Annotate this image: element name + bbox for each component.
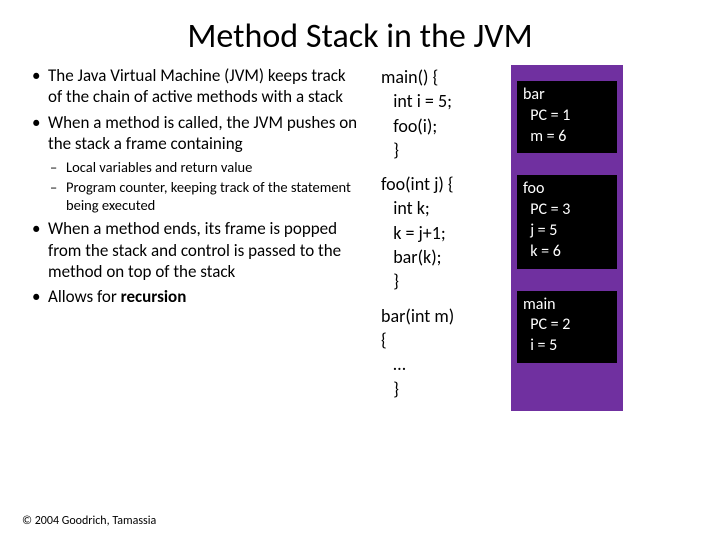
- frame-foo: foo PC = 3 j = 5 k = 6: [517, 175, 617, 268]
- content-area: The Java Virtual Machine (JVM) keeps tra…: [0, 65, 720, 411]
- bullet-1: The Java Virtual Machine (JVM) keeps tra…: [28, 65, 363, 108]
- diagram-column: main() { int i = 5; foo(i); } foo(int j)…: [363, 65, 700, 411]
- bullet-3: When a method ends, its frame is popped …: [28, 218, 363, 282]
- subbullet-1: Local variables and return value: [48, 158, 363, 176]
- frame-bar: bar PC = 1 m = 6: [517, 81, 617, 153]
- code-bar: bar(int m) { … }: [381, 304, 501, 401]
- code-main: main() { int i = 5; foo(i); }: [381, 65, 501, 162]
- bullet-2-text: When a method is called, the JVM pushes …: [48, 112, 357, 154]
- slide-title: Method Stack in the JVM: [0, 0, 720, 65]
- code-foo: foo(int j) { int k; k = j+1; bar(k); }: [381, 172, 501, 293]
- subbullet-2: Program counter, keeping track of the st…: [48, 178, 363, 214]
- bullet-column: The Java Virtual Machine (JVM) keeps tra…: [28, 65, 363, 411]
- bullet-4: Allows for recursion: [28, 286, 363, 307]
- copyright: © 2004 Goodrich, Tamassia: [22, 514, 156, 528]
- bullet-4-prefix: Allows for: [48, 286, 121, 307]
- bullet-2: When a method is called, the JVM pushes …: [28, 112, 363, 215]
- code-column: main() { int i = 5; foo(i); } foo(int j)…: [381, 65, 501, 411]
- stack-column: bar PC = 1 m = 6 foo PC = 3 j = 5 k = 6 …: [511, 65, 623, 411]
- frame-main: main PC = 2 i = 5: [517, 291, 617, 363]
- bullet-4-bold: recursion: [121, 286, 187, 307]
